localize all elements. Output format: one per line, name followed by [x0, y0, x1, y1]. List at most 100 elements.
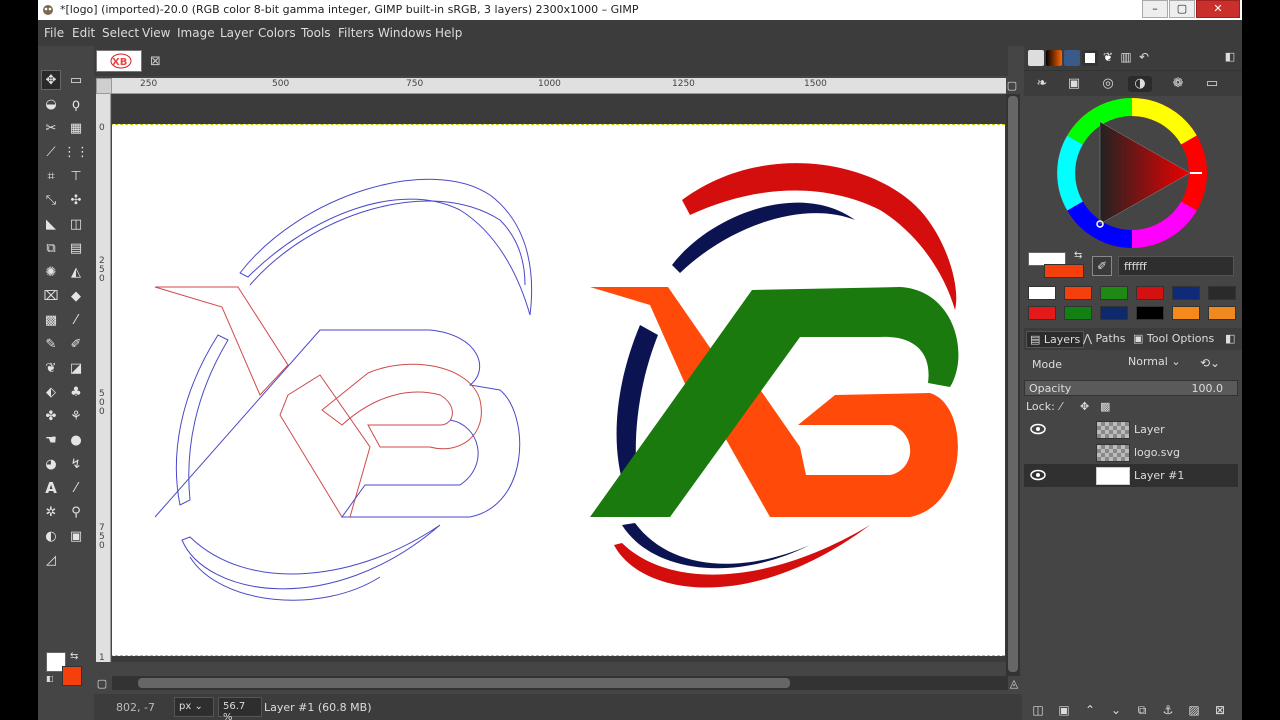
hex-color-input[interactable]: ffffff	[1118, 256, 1234, 276]
menu-colors[interactable]: Colors	[258, 26, 296, 40]
blur-icon[interactable]: ●	[66, 430, 86, 450]
navigate-icon[interactable]: ◬	[1008, 678, 1020, 690]
dodge-burn-icon[interactable]: ◕	[41, 454, 61, 474]
gradient-dock-icon[interactable]	[1046, 50, 1062, 66]
background-color-swatch[interactable]	[62, 666, 82, 686]
align-icon[interactable]: ◣	[41, 214, 61, 234]
ellipse-select-icon[interactable]: ◒	[41, 94, 61, 114]
levels-icon[interactable]: ▣	[66, 526, 86, 546]
tab-layers[interactable]: ▤ Layers	[1026, 331, 1085, 348]
layer-row-layer[interactable]: Layer	[1024, 418, 1238, 441]
new-layer-group-icon[interactable]: ▣	[1056, 702, 1072, 718]
measure-icon[interactable]: ⊤	[66, 166, 86, 186]
history-color-4[interactable]	[1136, 286, 1164, 300]
shear-icon[interactable]: ✣	[66, 190, 86, 210]
flip-icon[interactable]: ◫	[66, 214, 86, 234]
maximize-button[interactable]: ▢	[1169, 0, 1195, 18]
layer-mask-icon[interactable]: ▨	[1186, 702, 1202, 718]
lower-layer-icon[interactable]: ⌄	[1108, 702, 1124, 718]
bucket-fill-icon[interactable]: ◭	[66, 262, 86, 282]
pattern-dock-icon[interactable]	[1064, 50, 1080, 66]
horizontal-scrollbar[interactable]	[112, 676, 1008, 690]
blend-icon[interactable]: ◆	[66, 286, 86, 306]
text-tool-icon[interactable]: A	[41, 478, 61, 498]
canvas-area[interactable]	[112, 94, 1006, 662]
image-canvas[interactable]	[112, 124, 1005, 656]
unified-transform-icon[interactable]: ▤	[66, 238, 86, 258]
swap-colors-icon[interactable]: ⇆	[70, 651, 78, 662]
menu-select[interactable]: Select	[102, 26, 139, 40]
eye-icon[interactable]	[1030, 423, 1046, 435]
layer-row-layer-1[interactable]: Layer #1	[1024, 464, 1238, 487]
image-tab-thumbnail[interactable]: XB	[96, 50, 142, 72]
quick-mask-toggle-icon[interactable]: ▢	[96, 678, 108, 690]
eye-icon[interactable]	[1030, 469, 1046, 481]
gimp-selector-icon[interactable]: ❧	[1034, 76, 1050, 92]
paths-pen-icon[interactable]: ↯	[66, 454, 86, 474]
background-swatch-large[interactable]	[1044, 264, 1084, 278]
history-color-5[interactable]	[1172, 286, 1200, 300]
undo-dock-icon[interactable]: ↶	[1136, 50, 1152, 66]
warp-icon[interactable]: ✺	[41, 262, 61, 282]
brush-dock-icon[interactable]	[1082, 50, 1098, 66]
lock-alpha-icon[interactable]: ▩	[1100, 400, 1110, 413]
menu-image[interactable]: Image	[177, 26, 215, 40]
ink-icon[interactable]: ❦	[41, 358, 61, 378]
opacity-slider[interactable]: Opacity 100.0	[1024, 380, 1238, 396]
heal-icon[interactable]: ✤	[41, 406, 61, 426]
menu-layer[interactable]: Layer	[220, 26, 253, 40]
color-picker-icon[interactable]: ✐	[1092, 256, 1112, 276]
history-color-9[interactable]	[1100, 306, 1128, 320]
eyedropper-icon[interactable]: ⁄	[66, 478, 86, 498]
zoom-fit-icon[interactable]: ▢	[1006, 80, 1018, 92]
new-layer-icon[interactable]: ◫	[1030, 702, 1046, 718]
cage-transform-icon[interactable]: ⧉	[41, 238, 61, 258]
history-color-10[interactable]	[1136, 306, 1164, 320]
smudge-icon[interactable]: ☚	[41, 430, 61, 450]
handle-transform-icon[interactable]: ✲	[41, 502, 61, 522]
mode-reset-icon[interactable]: ⟲⌄	[1200, 356, 1220, 370]
unit-select[interactable]: px ⌄	[174, 697, 214, 717]
history-color-3[interactable]	[1100, 286, 1128, 300]
history-color-8[interactable]	[1064, 306, 1092, 320]
scales-selector-icon[interactable]: ▭	[1204, 76, 1220, 92]
lock-position-icon[interactable]: ✥	[1080, 400, 1089, 413]
lock-pixels-icon[interactable]: ⁄	[1060, 400, 1062, 413]
menu-tools[interactable]: Tools	[301, 26, 331, 40]
move-tool-icon[interactable]: ✥	[41, 70, 61, 90]
menu-file[interactable]: File	[44, 26, 64, 40]
pencil-icon[interactable]: ✎	[41, 334, 61, 354]
perspective-clone-icon[interactable]: ⚘	[66, 406, 86, 426]
wheel-selector-icon[interactable]: ◑	[1128, 76, 1152, 92]
vertical-scrollbar[interactable]	[1006, 94, 1020, 676]
threshold-icon[interactable]: ◐	[41, 526, 61, 546]
history-color-1[interactable]	[1028, 286, 1056, 300]
tab-tool-options[interactable]: ▣ Tool Options	[1130, 331, 1217, 346]
menu-view[interactable]: View	[142, 26, 170, 40]
history-color-2[interactable]	[1064, 286, 1092, 300]
curves-icon[interactable]: ◿	[41, 550, 61, 570]
menu-help[interactable]: Help	[435, 26, 462, 40]
horizontal-scroll-thumb[interactable]	[138, 678, 790, 688]
airbrush-icon[interactable]: ✐	[66, 334, 86, 354]
layer-row-logo-svg[interactable]: logo.svg	[1024, 441, 1238, 464]
mypaint-brush-icon[interactable]: ◪	[66, 358, 86, 378]
delete-layer-icon[interactable]: ⊠	[1212, 702, 1228, 718]
crop-icon[interactable]: ⌗	[41, 166, 61, 186]
color-picker-grid-icon[interactable]: ⋮⋮	[63, 142, 89, 162]
checker-icon[interactable]: ▩	[41, 310, 61, 330]
watercolor-selector-icon[interactable]: ◎	[1100, 76, 1116, 92]
history-color-6[interactable]	[1208, 286, 1236, 300]
minimize-button[interactable]: –	[1142, 0, 1168, 18]
zoom-icon[interactable]: ⚲	[66, 502, 86, 522]
cmyk-selector-icon[interactable]: ▣	[1066, 76, 1082, 92]
paths-tool-icon[interactable]: ⟋	[41, 142, 61, 162]
vertical-scroll-thumb[interactable]	[1008, 96, 1018, 672]
menu-windows[interactable]: Windows	[378, 26, 432, 40]
lasso-icon[interactable]: ϙ	[66, 94, 86, 114]
color-wheel-pane[interactable]	[1024, 96, 1242, 252]
close-button[interactable]: ✕	[1196, 0, 1240, 18]
rect-select-icon[interactable]: ▭	[66, 70, 86, 90]
clone-icon[interactable]: ♣	[66, 382, 86, 402]
perspective-icon[interactable]: ⌧	[41, 286, 61, 306]
